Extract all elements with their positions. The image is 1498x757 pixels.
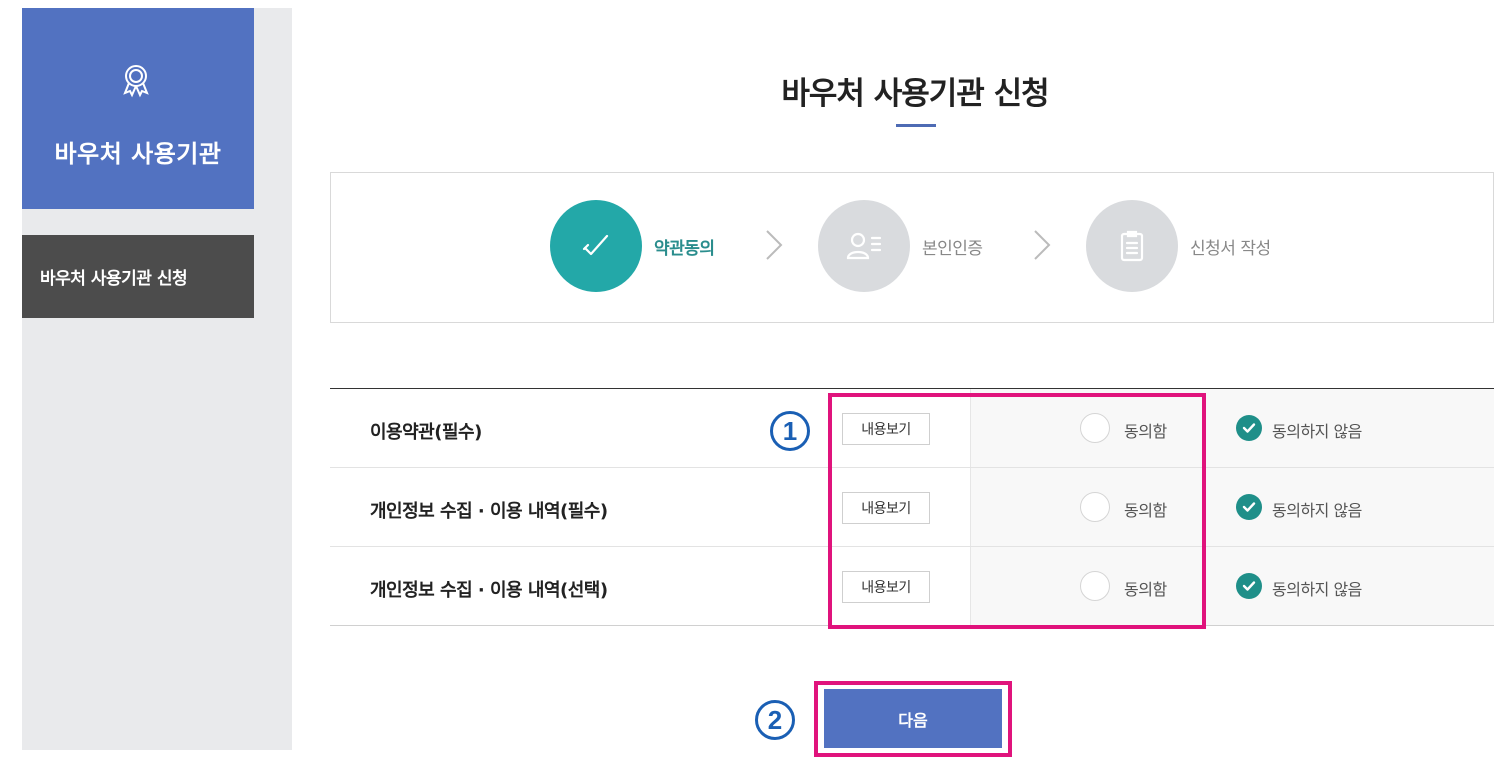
- disagree-radio[interactable]: [1236, 573, 1262, 599]
- disagree-label[interactable]: 동의하지 않음: [1272, 418, 1362, 442]
- disagree-label[interactable]: 동의하지 않음: [1272, 576, 1362, 600]
- sidebar-title: 바우처 사용기관: [54, 140, 222, 168]
- annotation-marker-1: 1: [770, 411, 810, 451]
- check-icon: [1242, 581, 1256, 591]
- step-form-label: 신청서 작성: [1190, 239, 1271, 259]
- step-terms-circle: [550, 200, 642, 292]
- sidebar-item-voucher-application[interactable]: 바우처 사용기관 신청: [22, 235, 254, 318]
- step-verify-label: 본인인증: [922, 239, 983, 259]
- document-icon: [1120, 230, 1144, 262]
- highlight-box-consent: [828, 393, 1206, 629]
- check-icon: [582, 234, 609, 256]
- disagree-radio[interactable]: [1236, 494, 1262, 520]
- page-title: 바우처 사용기관 신청: [781, 76, 1049, 112]
- disagree-radio[interactable]: [1236, 415, 1262, 441]
- user-list-icon: [846, 232, 882, 260]
- award-icon: [123, 65, 149, 98]
- term-title: 개인정보 수집 · 이용 내역(필수): [370, 501, 608, 522]
- chevron-right-icon: [766, 230, 783, 260]
- highlight-box-next: [814, 681, 1012, 757]
- disagree-label[interactable]: 동의하지 않음: [1272, 497, 1362, 521]
- term-title: 개인정보 수집 · 이용 내역(선택): [370, 580, 608, 601]
- check-icon: [1242, 502, 1256, 512]
- title-underline: [896, 124, 936, 127]
- sidebar-header: 바우처 사용기관: [22, 8, 254, 209]
- step-terms-label: 약관동의: [654, 239, 715, 259]
- check-icon: [1242, 423, 1256, 433]
- sidebar: 바우처 사용기관 바우처 사용기관 신청: [22, 8, 292, 750]
- term-title: 이용약관(필수): [370, 422, 482, 443]
- step-indicator: [330, 172, 1494, 323]
- annotation-marker-2: 2: [755, 700, 795, 740]
- chevron-right-icon: [1034, 230, 1051, 260]
- step-form-circle: [1086, 200, 1178, 292]
- step-verify-circle: [818, 200, 910, 292]
